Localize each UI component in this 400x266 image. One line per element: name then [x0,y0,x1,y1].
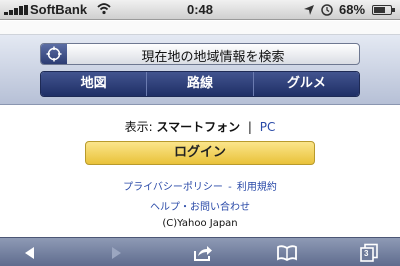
help-contact-link[interactable]: ヘルプ・お問い合わせ [150,202,250,213]
address-bar-area [0,21,400,35]
display-mode-separator: | [247,120,252,134]
links-separator: - [228,182,232,193]
display-mode-current: スマートフォン [156,120,241,134]
display-mode-row: 表示: スマートフォン | PC [0,118,400,135]
location-search-label: 現在地の地域情報を検索 [141,50,285,65]
back-button[interactable] [19,243,41,263]
location-search-button[interactable]: 現在地の地域情報を検索 [40,43,360,65]
policy-links-row: プライバシーポリシー - 利用規約 [0,178,400,193]
tab-count: 3 [364,249,369,258]
pc-mode-link[interactable]: PC [260,120,276,134]
copyright: (C)Yahoo Japan [162,218,238,229]
privacy-policy-link[interactable]: プライバシーポリシー [123,182,223,193]
tab-gourmet[interactable]: グルメ [252,72,359,96]
tab-map[interactable]: 地図 [41,72,147,96]
help-row: ヘルプ・お問い合わせ [0,198,400,213]
battery-percentage: 68% [339,2,366,17]
battery-icon [372,5,395,15]
book-icon [277,245,297,262]
nav-tabs: 地図 路線 グルメ [40,71,360,97]
back-arrow-icon [25,247,34,259]
display-mode-prefix: 表示: [124,120,153,134]
alarm-icon [321,4,333,16]
tabs-button[interactable]: 3 [359,243,381,263]
terms-link[interactable]: 利用規約 [237,182,277,193]
forward-arrow-icon [112,247,121,259]
header-panel: 現在地の地域情報を検索 地図 路線 グルメ [0,35,400,105]
share-icon [194,246,212,261]
bookmarks-button[interactable] [276,243,298,263]
browser-toolbar: 3 [0,237,400,266]
crosshair-icon-box [41,44,67,64]
tab-routes[interactable]: 路線 [146,72,253,96]
forward-button[interactable] [105,243,127,263]
location-arrow-icon [304,5,314,15]
share-button[interactable] [192,243,214,263]
battery-tip [392,8,395,12]
crosshair-icon [46,46,62,62]
login-button[interactable]: ログイン [85,141,315,165]
status-bar: SoftBank 0:48 68% [0,0,400,20]
pages-icon [360,243,378,262]
battery-fill [374,7,385,13]
